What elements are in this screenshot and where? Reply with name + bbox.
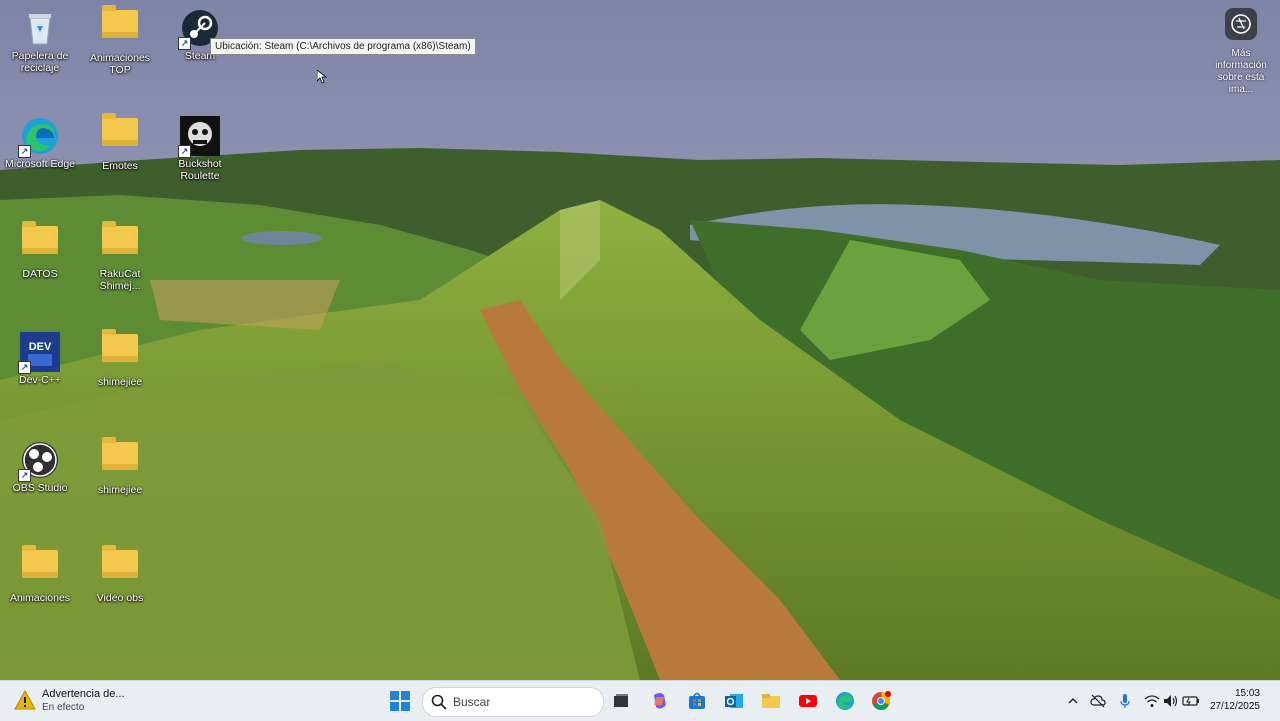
mouse-cursor-icon (317, 70, 327, 84)
copilot-button[interactable] (647, 688, 673, 714)
steam-location-tooltip: Ubicación: Steam (C:\Archivos de program… (210, 38, 476, 55)
store-icon (689, 692, 705, 709)
folder-icon (100, 329, 140, 374)
wifi-icon (1144, 695, 1160, 707)
desktop-icon-animaciones[interactable]: Animaciones (0, 544, 80, 604)
desktop-icon-label: OBS Studio (12, 482, 68, 494)
file-explorer-button[interactable] (758, 688, 784, 714)
outlook-icon (725, 694, 743, 708)
weather-title: Advertencia de... (42, 688, 125, 700)
svg-text:DEV: DEV (29, 341, 52, 353)
desktop-icon-label: shimejiee (97, 484, 143, 496)
desktop-icon-emotes[interactable]: Emotes (80, 112, 160, 172)
edge-icon: ↗ (18, 116, 60, 158)
taskbar-clock[interactable]: 15:03 27/12/2025 (1210, 687, 1260, 713)
shortcut-arrow-icon: ↗ (18, 145, 31, 158)
desktop-icon-shimejiee-2[interactable]: shimejiee (80, 436, 160, 496)
microsoft-store-button[interactable] (684, 688, 710, 714)
spotlight-info-widget[interactable]: Más información sobre esta ima... (1206, 8, 1276, 96)
folder-icon (20, 221, 60, 266)
copilot-icon (654, 693, 666, 709)
desktop-icon-label: Animaciones TOP (89, 52, 151, 76)
desktop-icon-label: Emotes (102, 160, 138, 172)
devcpp-icon: DEV ↗ (18, 332, 60, 374)
cloud-off-icon (1090, 694, 1106, 708)
shortcut-arrow-icon: ↗ (18, 361, 31, 374)
chevron-up-icon (1068, 698, 1078, 704)
shortcut-arrow-icon: ↗ (178, 145, 191, 158)
taskbar-search-box[interactable]: Buscar (422, 687, 604, 717)
microphone-button[interactable] (1116, 692, 1134, 710)
desktop-icon-video-obs[interactable]: Video obs (80, 544, 160, 604)
weather-subtitle: En efecto (42, 702, 85, 713)
desktop-icon-label: Papelera de reciclaje (11, 50, 69, 74)
clock-time: 15:03 (1234, 688, 1260, 699)
chrome-button[interactable] (868, 688, 894, 714)
cloud-sync-off-button[interactable] (1089, 692, 1107, 710)
desktop-icon-edge[interactable]: ↗ Microsoft Edge (0, 112, 80, 170)
folder-icon (100, 221, 140, 266)
taskbar: Advertencia de... En efecto Buscar 15:03… (0, 680, 1280, 721)
show-hidden-icons-button[interactable] (1064, 692, 1082, 710)
volume-icon (1164, 695, 1178, 707)
youtube-icon (799, 695, 817, 707)
wifi-button[interactable] (1143, 692, 1161, 710)
warning-icon (14, 690, 36, 710)
folder-icon (100, 437, 140, 482)
edge-icon (836, 692, 854, 710)
desktop-icon-datos[interactable]: DATOS (0, 220, 80, 280)
start-button[interactable] (387, 688, 413, 714)
desktop-icon-obs-studio[interactable]: ↗ OBS Studio (0, 436, 80, 494)
desktop-icon-rakucat-shimeji[interactable]: RakuCat Shimej... (80, 220, 160, 292)
task-view-button[interactable] (608, 688, 634, 714)
volume-button[interactable] (1162, 692, 1180, 710)
camera-lens-icon (1225, 8, 1257, 40)
youtube-button[interactable] (795, 688, 821, 714)
desktop-icon-shimejiee-1[interactable]: shimejiee (80, 328, 160, 388)
desktop-icon-devcpp[interactable]: DEV ↗ Dev-C++ (0, 328, 80, 386)
desktop-icon-label: Dev-C++ (18, 374, 61, 386)
search-icon (431, 694, 447, 710)
shortcut-arrow-icon: ↗ (178, 37, 191, 50)
folder-icon (20, 545, 60, 590)
recycle-bin-icon (20, 8, 60, 48)
desktop-icon-label: shimejiee (97, 376, 143, 388)
desktop-icon-label: RakuCat Shimej... (99, 268, 141, 292)
desktop-icon-label: Buckshot Roulette (178, 158, 222, 182)
search-placeholder: Buscar (453, 695, 491, 709)
clock-date: 27/12/2025 (1209, 701, 1260, 712)
obs-icon: ↗ (18, 440, 60, 482)
battery-icon (1182, 696, 1199, 706)
microphone-icon (1120, 694, 1130, 708)
desktop-icon-label: Animaciones (9, 592, 71, 604)
desktop-icon-label: Video obs (96, 592, 144, 604)
desktop-icon-animaciones-top[interactable]: Animaciones TOP (80, 4, 160, 76)
battery-button[interactable] (1182, 692, 1200, 710)
folder-icon (100, 5, 140, 50)
edge-taskbar-button[interactable] (832, 688, 858, 714)
shortcut-arrow-icon: ↗ (18, 469, 31, 482)
desktop-icon-label: Microsoft Edge (4, 158, 76, 170)
folder-icon (100, 545, 140, 590)
task-view-icon (614, 694, 628, 707)
outlook-button[interactable] (721, 688, 747, 714)
folder-icon (100, 113, 140, 158)
desktop-icon-buckshot-roulette[interactable]: ↗ Buckshot Roulette (160, 112, 240, 182)
chrome-icon (872, 691, 891, 710)
desktop-icon-recycle-bin[interactable]: Papelera de reciclaje (0, 4, 80, 74)
spotlight-info-label: Más información sobre esta ima... (1215, 48, 1267, 95)
windows-start-icon (390, 691, 410, 711)
file-explorer-icon (762, 694, 780, 708)
desktop-wallpaper (0, 0, 1280, 680)
buckshot-roulette-icon: ↗ (178, 116, 220, 158)
desktop-icon-label: DATOS (22, 268, 58, 280)
